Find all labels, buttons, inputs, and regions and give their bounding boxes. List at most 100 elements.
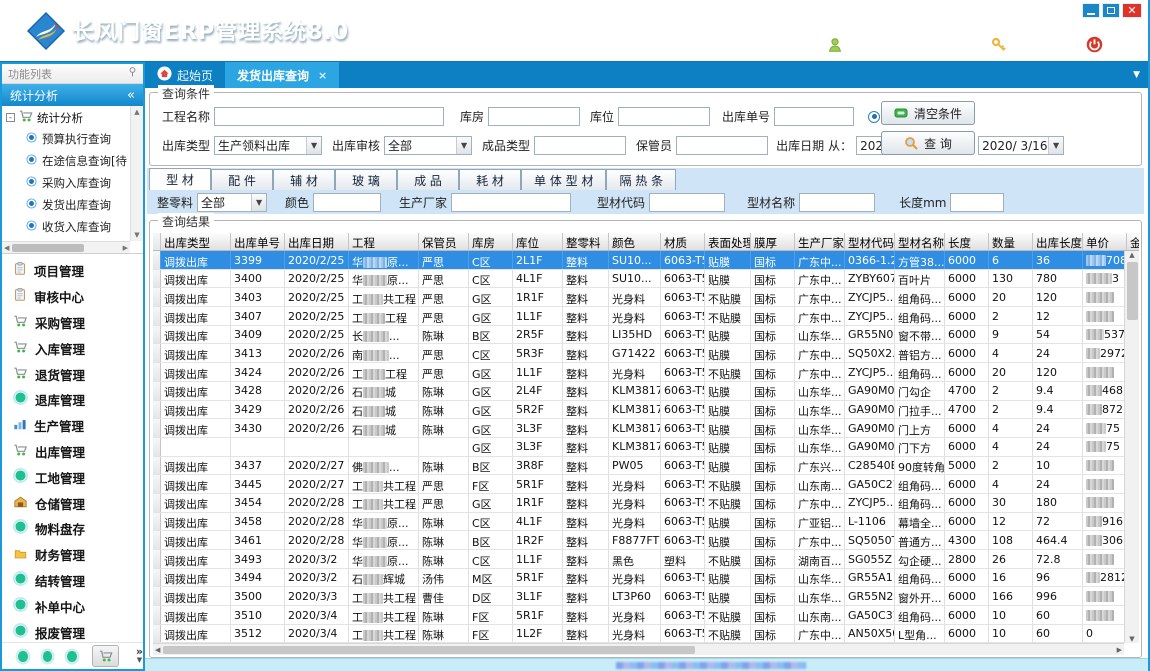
column-header-长度[interactable]: 长度 — [945, 233, 989, 250]
column-header-型材代码[interactable]: 型材代码 — [845, 233, 895, 250]
column-header-膜厚[interactable]: 膜厚 — [751, 233, 795, 250]
dot-icon[interactable] — [18, 651, 28, 662]
color-input[interactable] — [313, 193, 381, 212]
table-row[interactable]: 调拨出库34002020/2/25华原...严思C区4L1F整料SU10...6… — [153, 270, 1124, 289]
horizontal-scrollbar[interactable]: ◀▶ — [153, 643, 1124, 655]
sidebar-item-审核中心[interactable]: 审核中心 — [2, 284, 143, 310]
material-tab-配件[interactable]: 配 件 — [211, 169, 273, 190]
change-password-link[interactable]: 修改密码 — [1014, 36, 1062, 53]
table-row[interactable]: 调拨出库34942020/3/2石辉城汤伟M区5R1F整料光身料6063-T5贴… — [153, 569, 1124, 588]
table-row[interactable]: 调拨出库35002020/3/3工共工程曹佳D区3L1F整料LT3P606063… — [153, 587, 1124, 606]
sidebar-item-仓储管理[interactable]: 仓储管理 — [2, 490, 143, 516]
column-header-出库单号[interactable]: 出库单号 — [231, 233, 285, 250]
table-row[interactable]: G区3L3F整料KLM38176063-T5贴膜国标山东华...GA90M09.… — [153, 438, 1124, 457]
tab-发货出库查询[interactable]: 发货出库查询 × — [225, 62, 339, 88]
table-row[interactable]: 调拨出库35102020/3/4工共工程陈琳F区5R1F整料光身料6063-T5… — [153, 606, 1124, 625]
close-button[interactable]: ✕ — [1122, 3, 1142, 18]
column-header-库位[interactable]: 库位 — [513, 233, 563, 250]
scroll-thumb[interactable] — [1127, 262, 1138, 320]
warehouse-input[interactable] — [488, 107, 580, 126]
sidebar-item-退库管理[interactable]: 退库管理 — [2, 387, 143, 413]
column-header-出库类型[interactable]: 出库类型 — [161, 233, 231, 250]
sidebar-item-补单中心[interactable]: 补单中心 — [2, 593, 143, 619]
scroll-thumb[interactable] — [12, 244, 84, 252]
column-header-金额[interactable]: 金额 — [1127, 233, 1139, 250]
material-tab-隔热条[interactable]: 隔 热 条 — [606, 169, 676, 190]
material-tab-耗材[interactable]: 耗 材 — [459, 169, 521, 190]
sidebar-item-退货管理[interactable]: 退货管理 — [2, 361, 143, 387]
tree-item-收货入库查询[interactable]: 收货入库查询 — [2, 216, 143, 238]
logout-link[interactable]: 退出 — [1110, 36, 1134, 53]
tree-item-预算执行查询[interactable]: 预算执行查询 — [2, 128, 143, 150]
minimize-button[interactable] — [1082, 3, 1100, 18]
table-row[interactable]: 调拨出库33992020/2/25华原...严思C区2L1F整料SU10...6… — [153, 251, 1124, 270]
close-icon[interactable]: × — [318, 69, 327, 82]
column-header-数量[interactable]: 数量 — [989, 233, 1033, 250]
material-tab-型材[interactable]: 型 材 — [149, 168, 211, 190]
sidebar-item-采购管理[interactable]: 采购管理 — [2, 310, 143, 336]
column-header-整零料[interactable]: 整零料 — [563, 233, 609, 250]
tab-overflow-icon[interactable]: ▼ — [1133, 70, 1148, 80]
material-tab-辅材[interactable]: 辅 材 — [273, 169, 335, 190]
column-header-生产厂家[interactable]: 生产厂家 — [795, 233, 845, 250]
column-header-出库长度[interactable]: 出库长度 — [1033, 233, 1083, 250]
tree-item-在途信息查询[待[interactable]: 在途信息查询[待 — [2, 150, 143, 172]
material-tab-成品[interactable]: 成 品 — [397, 169, 459, 190]
tree-vertical-scrollbar[interactable]: ▲▼ — [130, 106, 143, 241]
sidebar-item-工地管理[interactable]: 工地管理 — [2, 464, 143, 490]
maximize-button[interactable] — [1102, 3, 1120, 18]
sidebar-item-财务管理[interactable]: 财务管理 — [2, 542, 143, 568]
sidebar-item-项目管理[interactable]: 项目管理 — [2, 258, 143, 284]
column-header-出库日期[interactable]: 出库日期 — [285, 233, 349, 250]
column-header-表面处理[interactable]: 表面处理 — [705, 233, 751, 250]
column-header-材质[interactable]: 材质 — [661, 233, 705, 250]
column-header-工程[interactable]: 工程 — [349, 233, 419, 250]
product-type-input[interactable] — [534, 136, 626, 155]
length-input[interactable] — [950, 193, 1004, 212]
maker-input[interactable] — [451, 193, 571, 212]
column-header-型材名称[interactable]: 型材名称 — [895, 233, 945, 250]
table-row[interactable]: 调拨出库34032020/2/25工共工程严思G区1R1F整料光身料6063-T… — [153, 288, 1124, 307]
table-row[interactable]: 调拨出库35122020/3/4工共工程陈琳F区1L2F整料光身料6063-T5… — [153, 625, 1124, 643]
audit-select[interactable]: 全部▼ — [384, 136, 472, 155]
cart-button[interactable] — [92, 645, 119, 667]
project-name-input[interactable] — [214, 107, 444, 126]
search-button[interactable]: 查 询 — [881, 131, 975, 155]
column-header-颜色[interactable]: 颜色 — [609, 233, 661, 250]
scroll-thumb[interactable] — [163, 646, 695, 654]
dot-icon[interactable] — [67, 651, 77, 662]
clear-conditions-button[interactable]: 清空条件 — [881, 101, 975, 125]
profile-name-input[interactable] — [799, 193, 875, 212]
sidebar-item-物料盘存[interactable]: 物料盘存 — [2, 516, 143, 542]
table-row[interactable]: 调拨出库34582020/2/28华原...陈琳C区4L1F整料光身料6063-… — [153, 513, 1124, 532]
profile-code-input[interactable] — [649, 193, 725, 212]
tree-item-采购入库查询[interactable]: 采购入库查询 — [2, 172, 143, 194]
sidebar-item-结转管理[interactable]: 结转管理 — [2, 568, 143, 594]
table-row[interactable]: 调拨出库34092020/2/25长...陈琳B区2R5F整料LI35HD606… — [153, 326, 1124, 345]
sidebar-group-header[interactable]: 统计分析 « — [2, 84, 143, 106]
table-row[interactable]: 调拨出库34612020/2/28华原...陈琳B区1R2F整料F8877FT6… — [153, 531, 1124, 550]
column-header-保管员[interactable]: 保管员 — [419, 233, 469, 250]
table-row[interactable]: 调拨出库34932020/3/2华原...陈琳C区1L1F整料黑色塑料不贴膜国标… — [153, 550, 1124, 569]
column-header-库房[interactable]: 库房 — [469, 233, 513, 250]
table-row[interactable]: 调拨出库34282020/2/26石城陈琳G区2L4F整料KLM38176063… — [153, 382, 1124, 401]
tree-expander-icon[interactable]: - — [6, 113, 15, 122]
table-row[interactable]: 调拨出库34542020/2/28工共工程严思G区1R1F整料光身料6063-T… — [153, 494, 1124, 513]
order-no-input[interactable] — [774, 107, 854, 126]
sidebar-item-入库管理[interactable]: 入库管理 — [2, 335, 143, 361]
table-row[interactable]: 调拨出库34072020/2/25工工程严思G区1L1F整料光身料6063-T5… — [153, 307, 1124, 326]
tree-item-发货出库查询[interactable]: 发货出库查询 — [2, 194, 143, 216]
out-type-select[interactable]: 生产领料出库▼ — [214, 136, 322, 155]
table-row[interactable]: 调拨出库34132020/2/26南...严思C区5R3F整料G71422606… — [153, 344, 1124, 363]
vertical-scrollbar[interactable]: ▲▼ — [1124, 251, 1139, 643]
table-row[interactable]: 调拨出库34452020/2/27工共工程严思F区5R1F整料光身料6063-T… — [153, 475, 1124, 494]
date-to-picker[interactable]: 2020/ 3/16▼ — [978, 136, 1064, 155]
sidebar-item-出库管理[interactable]: 出库管理 — [2, 439, 143, 465]
table-row[interactable]: 调拨出库34372020/2/27佛...陈琳B区3R8F整料PW056063-… — [153, 457, 1124, 476]
table-row[interactable]: 调拨出库34242020/2/26工工程严思G区1L1F整料光身料6063-T5… — [153, 363, 1124, 382]
tree-root[interactable]: - 统计分析 — [2, 106, 143, 128]
sidebar-item-报废管理[interactable]: 报废管理 — [2, 619, 143, 642]
column-header-单价[interactable]: 单价 — [1083, 233, 1127, 250]
table-row[interactable]: 调拨出库34292020/2/26石城陈琳G区5R2F整料KLM38176063… — [153, 401, 1124, 420]
whole-part-select[interactable]: 全部▼ — [197, 193, 267, 212]
